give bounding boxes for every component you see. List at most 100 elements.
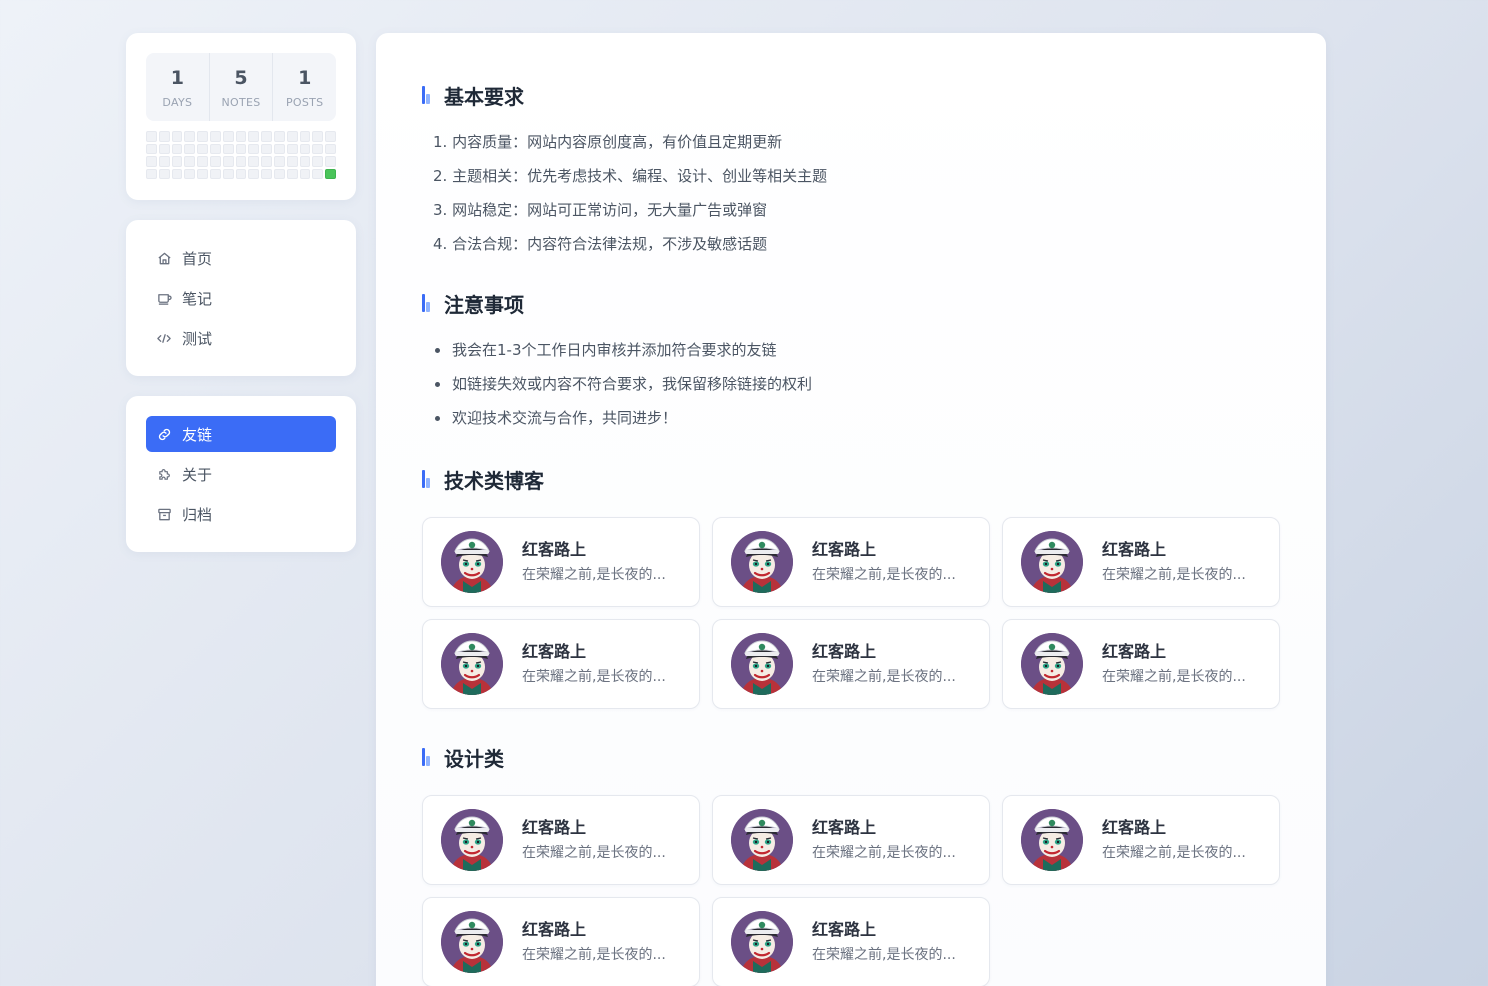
notes-section: 注意事项 我会在1-3个工作日内审核并添加符合要求的友链 如链接失效或内容不符合… (422, 289, 1280, 435)
heatmap-cell (248, 168, 260, 179)
heatmap-cell (325, 143, 336, 154)
friend-link-card[interactable]: 红客路上 在荣耀之前,是长夜的... (422, 795, 700, 885)
friend-link-card[interactable]: 红客路上 在荣耀之前,是长夜的... (712, 897, 990, 986)
friend-description: 在荣耀之前,是长夜的... (812, 947, 956, 963)
nav-item-notes[interactable]: 笔记 (146, 280, 336, 316)
avatar (441, 633, 503, 695)
heatmap-cell (171, 168, 183, 179)
design-friend-grid: 红客路上 在荣耀之前,是长夜的... 红客路上 在荣耀之前,是长夜的... 红客路上 在荣… (422, 795, 1280, 986)
tech-blogs-section: 技术类博客 红客路上 在荣耀之前,是长夜的... 红客路上 在荣耀之前,是长夜的...… (422, 465, 1280, 709)
heatmap-cell (222, 168, 234, 179)
friend-info: 红客路上 在荣耀之前,是长夜的... (522, 817, 666, 863)
friend-info: 红客路上在荣耀之前,是长夜的... (1102, 817, 1246, 863)
nav-item-test[interactable]: 测试 (146, 320, 336, 356)
friend-link-card[interactable]: 红客路上在荣耀之前,是长夜的... (1002, 795, 1280, 885)
primary-nav: 首页 笔记 测试 (126, 220, 356, 376)
friend-link-card[interactable]: 红客路上 在荣耀之前,是长夜的... (422, 619, 700, 709)
heatmap-cell (286, 131, 298, 142)
friend-name: 红客路上 (812, 540, 877, 559)
friend-info: 红客路上 在荣耀之前,是长夜的... (812, 919, 956, 965)
section-title: 注意事项 (422, 289, 1280, 317)
section-title-text: 技术类博客 (444, 468, 544, 493)
friend-link-card[interactable]: 红客路上在荣耀之前,是长夜的... (422, 517, 700, 607)
heatmap-cell (286, 168, 298, 179)
heatmap-cell (222, 131, 234, 142)
title-marker-icon (422, 748, 430, 766)
avatar (441, 531, 503, 593)
friend-link-card[interactable]: 红客路上 在荣耀之前,是长夜的... (1002, 619, 1280, 709)
friend-description: 在荣耀之前,是长夜的... (812, 845, 956, 861)
code-icon (156, 330, 172, 346)
heatmap-cell (286, 143, 298, 154)
title-marker-icon (422, 470, 430, 488)
friend-description: 在荣耀之前,是长夜的... (522, 669, 666, 685)
title-marker-icon (422, 86, 430, 104)
nav-item-home[interactable]: 首页 (146, 240, 336, 276)
heatmap-cell (146, 143, 157, 154)
nav-item-friend-links[interactable]: 友链 (146, 416, 336, 452)
heatmap-cell (299, 156, 311, 167)
avatar (1021, 809, 1083, 871)
friend-description: 在荣耀之前,是长夜的... (812, 669, 956, 685)
requirements-section: 基本要求 1. 内容质量：网站内容原创度高，有价值且定期更新 2. 主题相关：优… (422, 33, 1280, 261)
list-item: 4. 合法合规：内容符合法律法规，不涉及敏感话题 (433, 235, 768, 253)
section-title: 技术类博客 (422, 465, 1280, 493)
stat-label: NOTES (221, 95, 261, 109)
heatmap-cell (197, 131, 208, 142)
heatmap-cell (184, 156, 196, 167)
heatmap-cell (312, 156, 324, 167)
list-item: 1. 内容质量：网站内容原创度高，有价值且定期更新 (433, 133, 783, 151)
avatar (731, 911, 793, 973)
heatmap-cell (261, 143, 272, 154)
notes-list: 我会在1-3个工作日内审核并添加符合要求的友链 如链接失效或内容不符合要求，我保… (433, 333, 1280, 435)
stat-label: POSTS (285, 95, 324, 109)
heatmap-cell (158, 156, 170, 167)
friend-name: 红客路上 (1102, 818, 1167, 837)
heatmap-cell (325, 156, 336, 167)
puzzle-icon (156, 466, 172, 482)
friend-link-card[interactable]: 红客路上 在荣耀之前,是长夜的... (712, 619, 990, 709)
friend-name: 红客路上 (1102, 540, 1167, 559)
heatmap-cell (248, 156, 260, 167)
nav-item-about[interactable]: 关于 (146, 456, 336, 492)
nav-item-label: 测试 (182, 329, 213, 348)
section-title-text: 基本要求 (444, 84, 524, 109)
heatmap-cell (184, 168, 196, 179)
avatar (441, 809, 503, 871)
heatmap-cell (158, 131, 170, 142)
friend-info: 红客路上 在荣耀之前,是长夜的... (522, 919, 666, 965)
nav-item-label: 首页 (182, 249, 213, 268)
heatmap-cell (261, 131, 272, 142)
friend-description: 在荣耀之前,是长夜的... (522, 567, 666, 583)
friend-link-card[interactable]: 红客路上 在荣耀之前,是长夜的... (712, 795, 990, 885)
stat-notes: 5 NOTES (210, 53, 274, 121)
friend-info: 红客路上 在荣耀之前,是长夜的... (812, 817, 956, 863)
list-item: 欢迎技术交流与合作，共同进步！ (433, 401, 1280, 435)
heatmap-cell (235, 143, 247, 154)
friend-description: 在荣耀之前,是长夜的... (1102, 845, 1246, 861)
friend-link-card[interactable]: 红客路上 在荣耀之前,是长夜的... (712, 517, 990, 607)
secondary-nav: 友链 关于 归档 (126, 396, 356, 552)
heatmap-cell (248, 131, 260, 142)
coffee-cup-icon (156, 290, 172, 306)
section-title: 设计类 (422, 743, 1280, 771)
heatmap-cell (325, 131, 336, 142)
avatar (731, 633, 793, 695)
friend-link-card[interactable]: 红客路上在荣耀之前,是长夜的... (1002, 517, 1280, 607)
heatmap-cell (210, 156, 221, 167)
list-item: 2. 主题相关：优先考虑技术、编程、设计、创业等相关主题 (433, 167, 828, 185)
heatmap-cell (261, 168, 272, 179)
nav-item-archive[interactable]: 归档 (146, 496, 336, 532)
stat-label: DAYS (162, 95, 193, 109)
heatmap-cell (299, 131, 311, 142)
heatmap-cell (274, 143, 285, 154)
friend-link-card[interactable]: 红客路上 在荣耀之前,是长夜的... (422, 897, 700, 986)
heatmap-cell (325, 168, 336, 179)
friend-description: 在荣耀之前,是长夜的... (1102, 567, 1246, 583)
stat-value: 1 (298, 66, 312, 89)
friend-name: 红客路上 (522, 540, 587, 559)
stat-value: 5 (234, 66, 248, 89)
heatmap-cell (197, 143, 208, 154)
heatmap-cell (184, 131, 196, 142)
heatmap-cell (274, 131, 285, 142)
